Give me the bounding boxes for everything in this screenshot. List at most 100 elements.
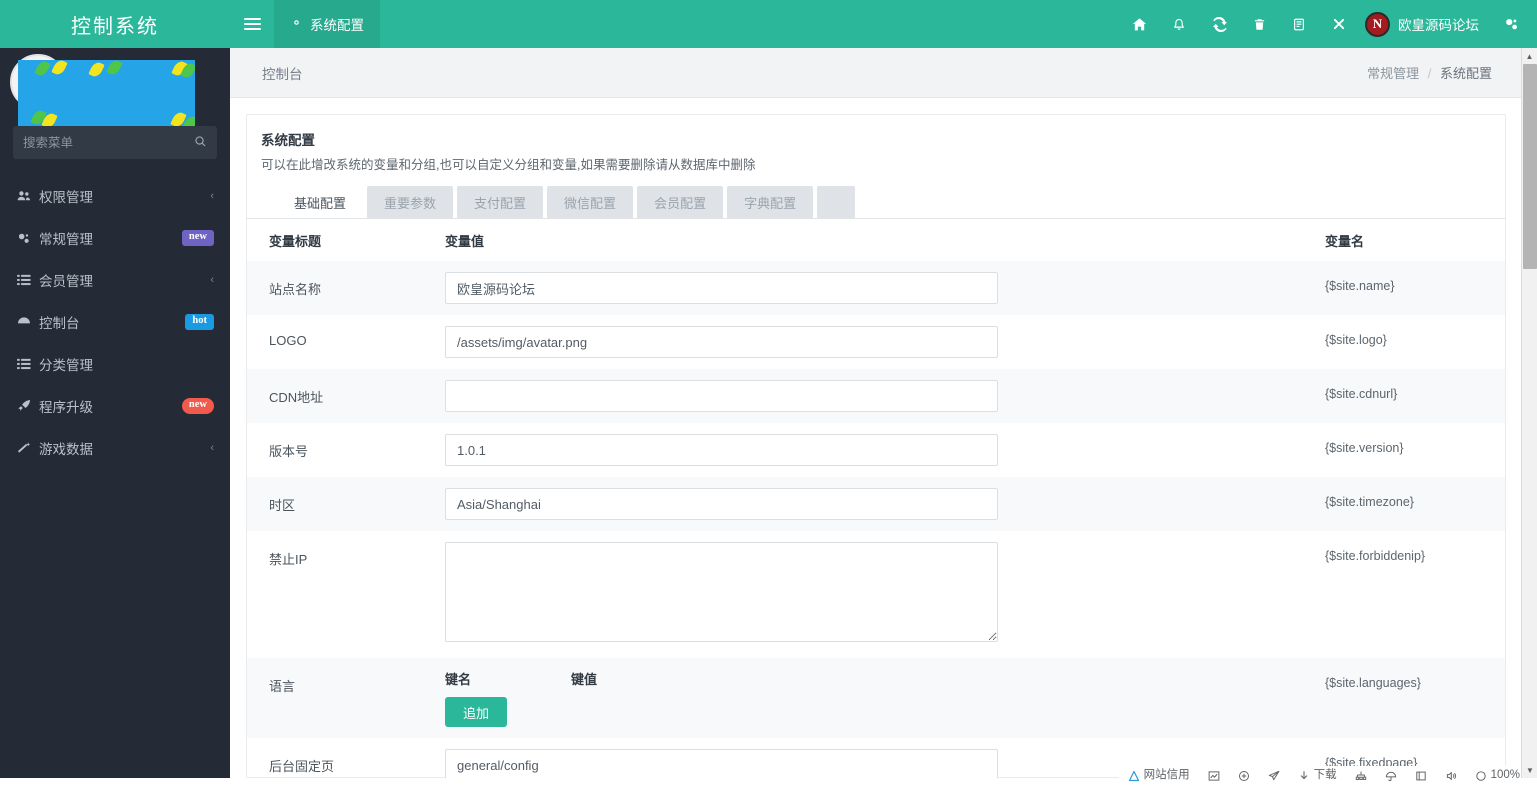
nav-tab-label: 系统配置 — [310, 18, 364, 33]
sidebar-item-label: 常规管理 — [39, 232, 93, 247]
sidebar-item-category[interactable]: 分类管理 — [0, 343, 230, 385]
site-name-input[interactable] — [445, 272, 998, 304]
admin-app-window: 控制系统 系统配置 N 欧皇源码论坛 搜索菜单 权限管理 ‹ 常规管理 new … — [0, 0, 1537, 786]
tab-wechat-config[interactable]: 微信配置 — [547, 186, 634, 218]
fullscreen-icon[interactable] — [1319, 0, 1359, 48]
tab-label: 支付配置 — [474, 195, 527, 211]
add-language-button[interactable]: 追加 — [445, 697, 508, 727]
row-label: 站点名称 — [269, 282, 322, 297]
sidebar-item-general[interactable]: 常规管理 new — [0, 217, 230, 259]
row-varname: {$site.cdnurl} — [1325, 387, 1398, 401]
column-header-value: 变量值 — [445, 233, 485, 249]
row-value-cell — [445, 423, 1313, 477]
sitemap-icon-item[interactable] — [1346, 770, 1376, 782]
breadcrumb: 控制台 常规管理 / 系统配置 — [230, 48, 1522, 98]
bell-icon[interactable] — [1159, 0, 1199, 48]
table-row: CDN地址 {$site.cdnurl} — [247, 369, 1505, 423]
table-row: 禁止IP {$site.forbiddenip} — [247, 531, 1505, 658]
table-row: 版本号 {$site.version} — [247, 423, 1505, 477]
tab-label: 会员配置 — [654, 195, 707, 211]
cog-settings-icon[interactable] — [1491, 0, 1531, 48]
umbrella-icon-item[interactable] — [1376, 770, 1406, 782]
zoom-level-item[interactable]: 100% — [1466, 770, 1529, 782]
scroll-down-arrow-icon[interactable]: ▼ — [1522, 762, 1537, 778]
tab-label: 基础配置 — [294, 195, 347, 211]
menu-search-box[interactable] — [13, 126, 217, 159]
sidebar-item-dashboard[interactable]: 控制台 hot — [0, 301, 230, 343]
vertical-scrollbar[interactable]: ▲ ▼ — [1521, 48, 1537, 778]
row-varname: {$site.timezone} — [1325, 495, 1414, 509]
tab-payment-config[interactable]: 支付配置 — [457, 186, 544, 218]
site-credit-item[interactable]: 网站信用 — [1119, 770, 1199, 782]
search-input[interactable] — [23, 135, 194, 150]
site-timezone-input[interactable] — [445, 488, 998, 520]
row-varname: {$site.version} — [1325, 441, 1404, 455]
config-panel: 系统配置 可以在此增改系统的变量和分组,也可以自定义分组和变量,如果需要删除请从… — [246, 114, 1506, 778]
chevron-left-icon: ‹ — [210, 190, 214, 202]
status-badge: new — [181, 398, 214, 414]
rocket-icon-item[interactable] — [1259, 770, 1289, 782]
tab-label: 字典配置 — [744, 195, 797, 211]
row-label: CDN地址 — [269, 390, 324, 405]
row-value-cell — [445, 531, 1313, 658]
scroll-up-arrow-icon[interactable]: ▲ — [1522, 48, 1537, 64]
tab-important-params[interactable]: 重要参数 — [367, 186, 454, 218]
users-icon — [17, 190, 39, 202]
sidebar-item-member[interactable]: 会员管理 ‹ — [0, 259, 230, 301]
sidebar-menu-list: 权限管理 ‹ 常规管理 new 会员管理 ‹ 控制台 hot 分类管理 程序升级… — [0, 175, 230, 469]
tab-basic-config[interactable]: 基础配置 — [277, 186, 364, 218]
site-version-input[interactable] — [445, 434, 998, 466]
tab-member-config[interactable]: 会员配置 — [637, 186, 724, 218]
sidebar-item-permission[interactable]: 权限管理 ‹ — [0, 175, 230, 217]
table-row: LOGO {$site.logo} — [247, 315, 1505, 369]
trash-icon[interactable] — [1239, 0, 1279, 48]
tab-add-group[interactable] — [817, 186, 856, 218]
home-icon[interactable] — [1119, 0, 1159, 48]
tab-label: 微信配置 — [564, 195, 617, 211]
site-forbiddenip-textarea[interactable] — [445, 542, 998, 642]
page-title: 系统配置 — [261, 133, 315, 148]
site-logo-input[interactable] — [445, 326, 998, 358]
breadcrumb-left-label[interactable]: 控制台 — [246, 63, 303, 83]
app-brand-title: 控制系统 — [71, 13, 159, 38]
chart-icon-item[interactable] — [1199, 770, 1229, 782]
shield-icon-item[interactable] — [1229, 770, 1259, 782]
rocket-icon — [17, 399, 39, 413]
sidebar-item-upgrade[interactable]: 程序升级 new — [0, 385, 230, 427]
hamburger-icon[interactable] — [230, 0, 274, 48]
sidebar-item-label: 程序升级 — [39, 400, 93, 415]
scrollbar-thumb[interactable] — [1523, 64, 1537, 269]
sidebar-banner-image — [18, 60, 195, 127]
nav-tab-system-config[interactable]: 系统配置 — [274, 0, 380, 48]
sidebar-item-label: 会员管理 — [39, 274, 93, 289]
theme-icon[interactable] — [1279, 0, 1319, 48]
refresh-icon[interactable] — [1199, 0, 1239, 48]
row-varname: {$site.logo} — [1325, 333, 1387, 347]
status-badge: hot — [185, 314, 214, 330]
dashboard-icon — [17, 316, 39, 328]
paper-plane-icon — [1268, 770, 1280, 782]
user-account-chip[interactable]: N 欧皇源码论坛 — [1359, 0, 1491, 48]
table-row: 时区 {$site.timezone} — [247, 477, 1505, 531]
row-label: LOGO — [269, 333, 307, 348]
site-cdnurl-input[interactable] — [445, 380, 998, 412]
umbrella-icon — [1385, 770, 1397, 782]
sitemap-icon — [1355, 770, 1367, 782]
row-label: 版本号 — [269, 444, 309, 459]
window-icon-item[interactable] — [1406, 770, 1436, 782]
table-row: 站点名称 {$site.name} — [247, 261, 1505, 315]
sidebar-item-label: 分类管理 — [39, 358, 93, 373]
sidebar-item-label: 权限管理 — [39, 190, 93, 205]
row-label: 语言 — [269, 679, 296, 694]
download-item[interactable]: 下载 — [1289, 770, 1346, 782]
breadcrumb-separator: / — [1427, 66, 1432, 81]
site-fixedpage-input[interactable] — [445, 749, 998, 778]
sidebar-item-game-data[interactable]: 游戏数据 ‹ — [0, 427, 230, 469]
cogs-icon — [17, 232, 39, 245]
row-varname: {$site.name} — [1325, 279, 1395, 293]
gear-icon — [290, 16, 303, 32]
breadcrumb-parent[interactable]: 常规管理 — [1367, 66, 1419, 81]
volume-icon-item[interactable] — [1436, 770, 1466, 782]
search-icon — [194, 135, 207, 151]
tab-dictionary-config[interactable]: 字典配置 — [727, 186, 814, 218]
